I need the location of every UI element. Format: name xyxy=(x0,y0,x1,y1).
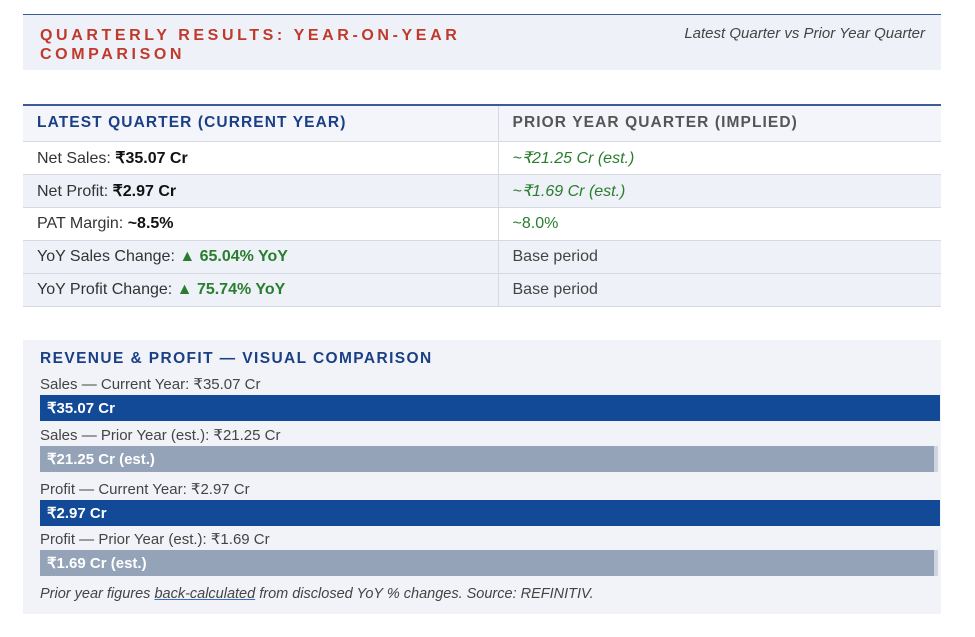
table-header-row: LATEST QUARTER (CURRENT YEAR) PRIOR YEAR… xyxy=(23,105,941,142)
column-header-prior: PRIOR YEAR QUARTER (IMPLIED) xyxy=(498,105,941,142)
current-value: ~8.5% xyxy=(127,214,174,232)
current-cell: YoY Sales Change: ▲ 65.04% YoY xyxy=(23,240,499,274)
row-label: YoY Sales Change: xyxy=(37,247,180,265)
table-row: Net Sales: ₹35.07 Cr ~₹21.25 Cr (est.) xyxy=(23,141,941,175)
prior-value: ~₹21.25 Cr (est.) xyxy=(498,141,941,175)
prior-value: ~₹1.69 Cr (est.) xyxy=(498,174,941,208)
table-row: YoY Sales Change: ▲ 65.04% YoY Base peri… xyxy=(23,240,941,274)
table-row: Net Profit: ₹2.97 Cr ~₹1.69 Cr (est.) xyxy=(23,174,941,208)
bar-label: Sales — Current Year: ₹35.07 Cr xyxy=(40,376,261,393)
profit-prior-bar: ₹1.69 Cr (est.) xyxy=(40,550,938,576)
current-value: ₹2.97 Cr xyxy=(112,182,177,200)
footnote: Prior year figures back-calculated from … xyxy=(40,586,594,602)
page-title: QUARTERLY RESULTS: YEAR-ON-YEAR COMPARIS… xyxy=(40,27,461,63)
visual-comparison-panel: REVENUE & PROFIT — VISUAL COMPARISON Pri… xyxy=(23,340,941,614)
column-header-current: LATEST QUARTER (CURRENT YEAR) xyxy=(23,105,499,142)
row-label: Net Sales: xyxy=(37,149,116,167)
prior-value: Base period xyxy=(498,240,941,274)
sales-current-bar: ₹35.07 Cr xyxy=(40,395,940,421)
table-row: YoY Profit Change: ▲ 75.74% YoY Base per… xyxy=(23,273,941,307)
bar-label: Sales — Prior Year (est.): ₹21.25 Cr xyxy=(40,427,281,444)
footnote-text: Prior year figures xyxy=(40,586,155,602)
yoy-comparison-table: LATEST QUARTER (CURRENT YEAR) PRIOR YEAR… xyxy=(23,104,941,307)
profit-current-bar: ₹2.97 Cr xyxy=(40,500,940,526)
table-row: PAT Margin: ~8.5% ~8.0% xyxy=(23,207,941,241)
page-subtitle: Latest Quarter vs Prior Year Quarter xyxy=(684,25,925,42)
current-cell: Net Sales: ₹35.07 Cr xyxy=(23,141,499,175)
current-cell: PAT Margin: ~8.5% xyxy=(23,207,499,241)
current-value: ▲ 65.04% YoY xyxy=(179,247,288,265)
prior-value: Base period xyxy=(498,273,941,307)
current-value: ▲ 75.74% YoY xyxy=(176,280,286,298)
footnote-text-end: from disclosed YoY % changes. Source: RE… xyxy=(255,586,594,602)
row-label: Net Profit: xyxy=(37,182,113,200)
current-cell: Net Profit: ₹2.97 Cr xyxy=(23,174,499,208)
visual-title: REVENUE & PROFIT — VISUAL COMPARISON xyxy=(40,350,433,367)
row-label: YoY Profit Change: xyxy=(37,280,177,298)
footnote-link[interactable]: back-calculated xyxy=(154,586,255,602)
current-cell: YoY Profit Change: ▲ 75.74% YoY xyxy=(23,273,499,307)
results-header: QUARTERLY RESULTS: YEAR-ON-YEAR COMPARIS… xyxy=(23,14,941,70)
bar-label: Profit — Prior Year (est.): ₹1.69 Cr xyxy=(40,531,270,548)
sales-prior-bar: ₹21.25 Cr (est.) xyxy=(40,446,938,472)
current-value: ₹35.07 Cr xyxy=(115,149,188,167)
bar-label: Profit — Current Year: ₹2.97 Cr xyxy=(40,481,250,498)
row-label: PAT Margin: xyxy=(37,214,128,232)
prior-value: ~8.0% xyxy=(498,207,941,241)
